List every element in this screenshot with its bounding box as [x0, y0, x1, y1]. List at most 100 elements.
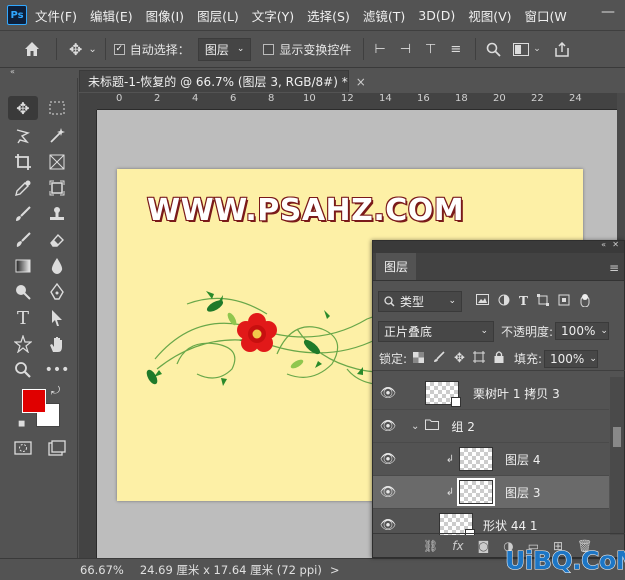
eyedropper-icon[interactable] — [8, 176, 38, 200]
filter-row: 类型 ⌄ T — [373, 289, 625, 313]
layer-name[interactable]: 图层 3 — [505, 484, 540, 501]
history-brush-icon[interactable] — [8, 228, 38, 252]
home-icon[interactable] — [22, 41, 42, 57]
lasso-tool-icon[interactable] — [8, 124, 38, 148]
dodge-tool-icon[interactable] — [8, 280, 38, 304]
align-center-icon[interactable]: ⊣ — [400, 42, 411, 57]
menu-image[interactable]: 图像(I) — [146, 6, 184, 25]
zoom-level[interactable]: 66.67% — [80, 563, 124, 577]
fx-icon[interactable]: fx — [452, 539, 463, 553]
menu-window[interactable]: 窗口(W — [525, 6, 567, 25]
eye-icon[interactable]: 👁 — [373, 452, 403, 467]
eye-icon[interactable]: 👁 — [373, 485, 403, 500]
filter-adjustment-icon[interactable] — [498, 294, 510, 309]
layer-name[interactable]: 形状 44 1 — [483, 517, 538, 534]
tab-layers[interactable]: 图层 — [376, 253, 417, 280]
group-name[interactable]: 组 2 — [451, 418, 474, 435]
path-select-icon[interactable] — [42, 306, 72, 330]
document-tab[interactable]: 未标题-1-恢复的 @ 66.7% (图层 3, RGB/8#) * × — [79, 70, 366, 92]
layer-row[interactable]: 👁 形状 44 1 — [373, 509, 609, 535]
chevron-down-icon[interactable]: ⌄ — [533, 44, 541, 54]
shape-tool-icon[interactable] — [8, 332, 38, 356]
menu-type[interactable]: 文字(Y) — [252, 6, 294, 25]
layer-list-scrollbar[interactable] — [610, 377, 624, 535]
menu-3d[interactable]: 3D(D) — [418, 8, 455, 23]
swap-colors-icon[interactable]: ⤾ — [51, 384, 60, 398]
layer-row[interactable]: 👁 栗树叶 1 拷贝 3 — [373, 377, 609, 410]
filter-type-icon[interactable]: T — [519, 294, 528, 308]
move-tool-icon[interactable]: ✥ — [8, 96, 38, 120]
eye-icon[interactable]: 👁 — [373, 518, 403, 533]
share-icon[interactable] — [555, 41, 569, 57]
mask-icon[interactable]: ◙ — [478, 539, 490, 553]
fill-input[interactable]: 100% ⌄ — [544, 349, 598, 368]
menu-layer[interactable]: 图层(L) — [197, 6, 239, 25]
collapse-icon[interactable]: « — [601, 240, 606, 249]
align-right-icon[interactable]: ⊤ — [425, 42, 436, 57]
layer-name[interactable]: 图层 4 — [505, 451, 540, 468]
stamp-tool-icon[interactable] — [42, 202, 72, 226]
chevron-down-icon[interactable]: ⌄ — [88, 44, 96, 55]
magic-wand-icon[interactable] — [42, 124, 72, 148]
menu-file[interactable]: 文件(F) — [35, 6, 77, 25]
frame-select-icon[interactable] — [42, 176, 72, 200]
search-icon[interactable] — [486, 42, 501, 57]
auto-select-checkbox[interactable]: ✓ — [113, 43, 125, 55]
filter-smart-object-icon[interactable] — [558, 294, 570, 309]
align-left-icon[interactable]: ⊢ — [374, 42, 385, 57]
menu-edit[interactable]: 编辑(E) — [90, 6, 133, 25]
distribute-icon[interactable]: ≡ — [450, 42, 461, 57]
lock-all-icon[interactable] — [494, 351, 504, 366]
chevron-down-icon[interactable]: ⌄ — [411, 421, 419, 432]
close-icon[interactable]: ✕ — [612, 240, 619, 249]
blur-tool-icon[interactable] — [42, 254, 72, 278]
lock-pixels-icon[interactable] — [433, 351, 445, 366]
menu-view[interactable]: 视图(V) — [468, 6, 511, 25]
more-tools-icon[interactable]: ••• — [42, 358, 72, 382]
auto-select-dropdown[interactable]: 图层 ⌄ — [197, 37, 252, 61]
minimize-icon[interactable]: — — [601, 4, 615, 20]
opacity-input[interactable]: 100% ⌄ — [555, 322, 610, 340]
menu-select[interactable]: 选择(S) — [307, 6, 350, 25]
crop-tool-icon[interactable] — [8, 150, 38, 174]
pen-tool-icon[interactable] — [42, 280, 72, 304]
brush-tool-icon[interactable] — [8, 202, 38, 226]
lock-artboard-icon[interactable] — [472, 351, 485, 366]
filter-pixel-icon[interactable] — [476, 294, 489, 308]
blend-mode-dropdown[interactable]: 正片叠底 ⌄ — [378, 320, 494, 342]
foreground-color-swatch[interactable] — [22, 389, 46, 413]
filter-kind-dropdown[interactable]: 类型 ⌄ — [378, 290, 462, 312]
group-row[interactable]: 👁 ⌄ 组 2 — [373, 410, 609, 443]
panel-menu-icon[interactable]: ≡ — [609, 261, 619, 275]
lock-position-icon[interactable]: ✥ — [454, 351, 465, 366]
screen-mode-icon[interactable] — [42, 436, 72, 460]
type-tool-icon[interactable]: T — [8, 306, 38, 330]
gradient-tool-icon[interactable] — [8, 254, 38, 278]
marquee-tool-icon[interactable] — [42, 96, 72, 120]
filter-shape-icon[interactable] — [536, 293, 549, 309]
default-colors-icon[interactable]: ◼ — [18, 419, 25, 429]
link-icon[interactable]: ⛓ — [423, 539, 438, 553]
hand-tool-icon[interactable] — [42, 332, 72, 356]
layer-row-selected[interactable]: 👁 ↲ 图层 3 — [373, 476, 609, 509]
filter-toggle-icon[interactable] — [580, 293, 590, 310]
show-transform-checkbox[interactable] — [263, 43, 275, 55]
move-tool-icon[interactable]: ✥ — [69, 40, 82, 59]
status-menu-icon[interactable]: > — [330, 563, 340, 577]
tools-panel: ✥ T ••• ⤾ ◼ — [0, 78, 78, 558]
lock-transparent-icon[interactable] — [413, 351, 425, 366]
zoom-tool-icon[interactable] — [8, 358, 38, 382]
layer-row[interactable]: 👁 ↲ 图层 4 — [373, 443, 609, 476]
chevron-down-icon: ⌄ — [236, 44, 245, 54]
menu-filter[interactable]: 滤镜(T) — [363, 6, 405, 25]
layer-name[interactable]: 栗树叶 1 拷贝 3 — [473, 385, 560, 402]
close-icon[interactable]: × — [356, 75, 366, 89]
eye-icon[interactable]: 👁 — [373, 386, 403, 401]
quick-mask-icon[interactable] — [8, 436, 38, 460]
frame-tool-icon[interactable] — [42, 150, 72, 174]
eraser-tool-icon[interactable] — [42, 228, 72, 252]
scrollbar-thumb[interactable] — [613, 427, 621, 447]
workspace-icon[interactable] — [513, 42, 530, 56]
collapse-icon[interactable]: « — [10, 67, 15, 76]
eye-icon[interactable]: 👁 — [373, 419, 403, 434]
